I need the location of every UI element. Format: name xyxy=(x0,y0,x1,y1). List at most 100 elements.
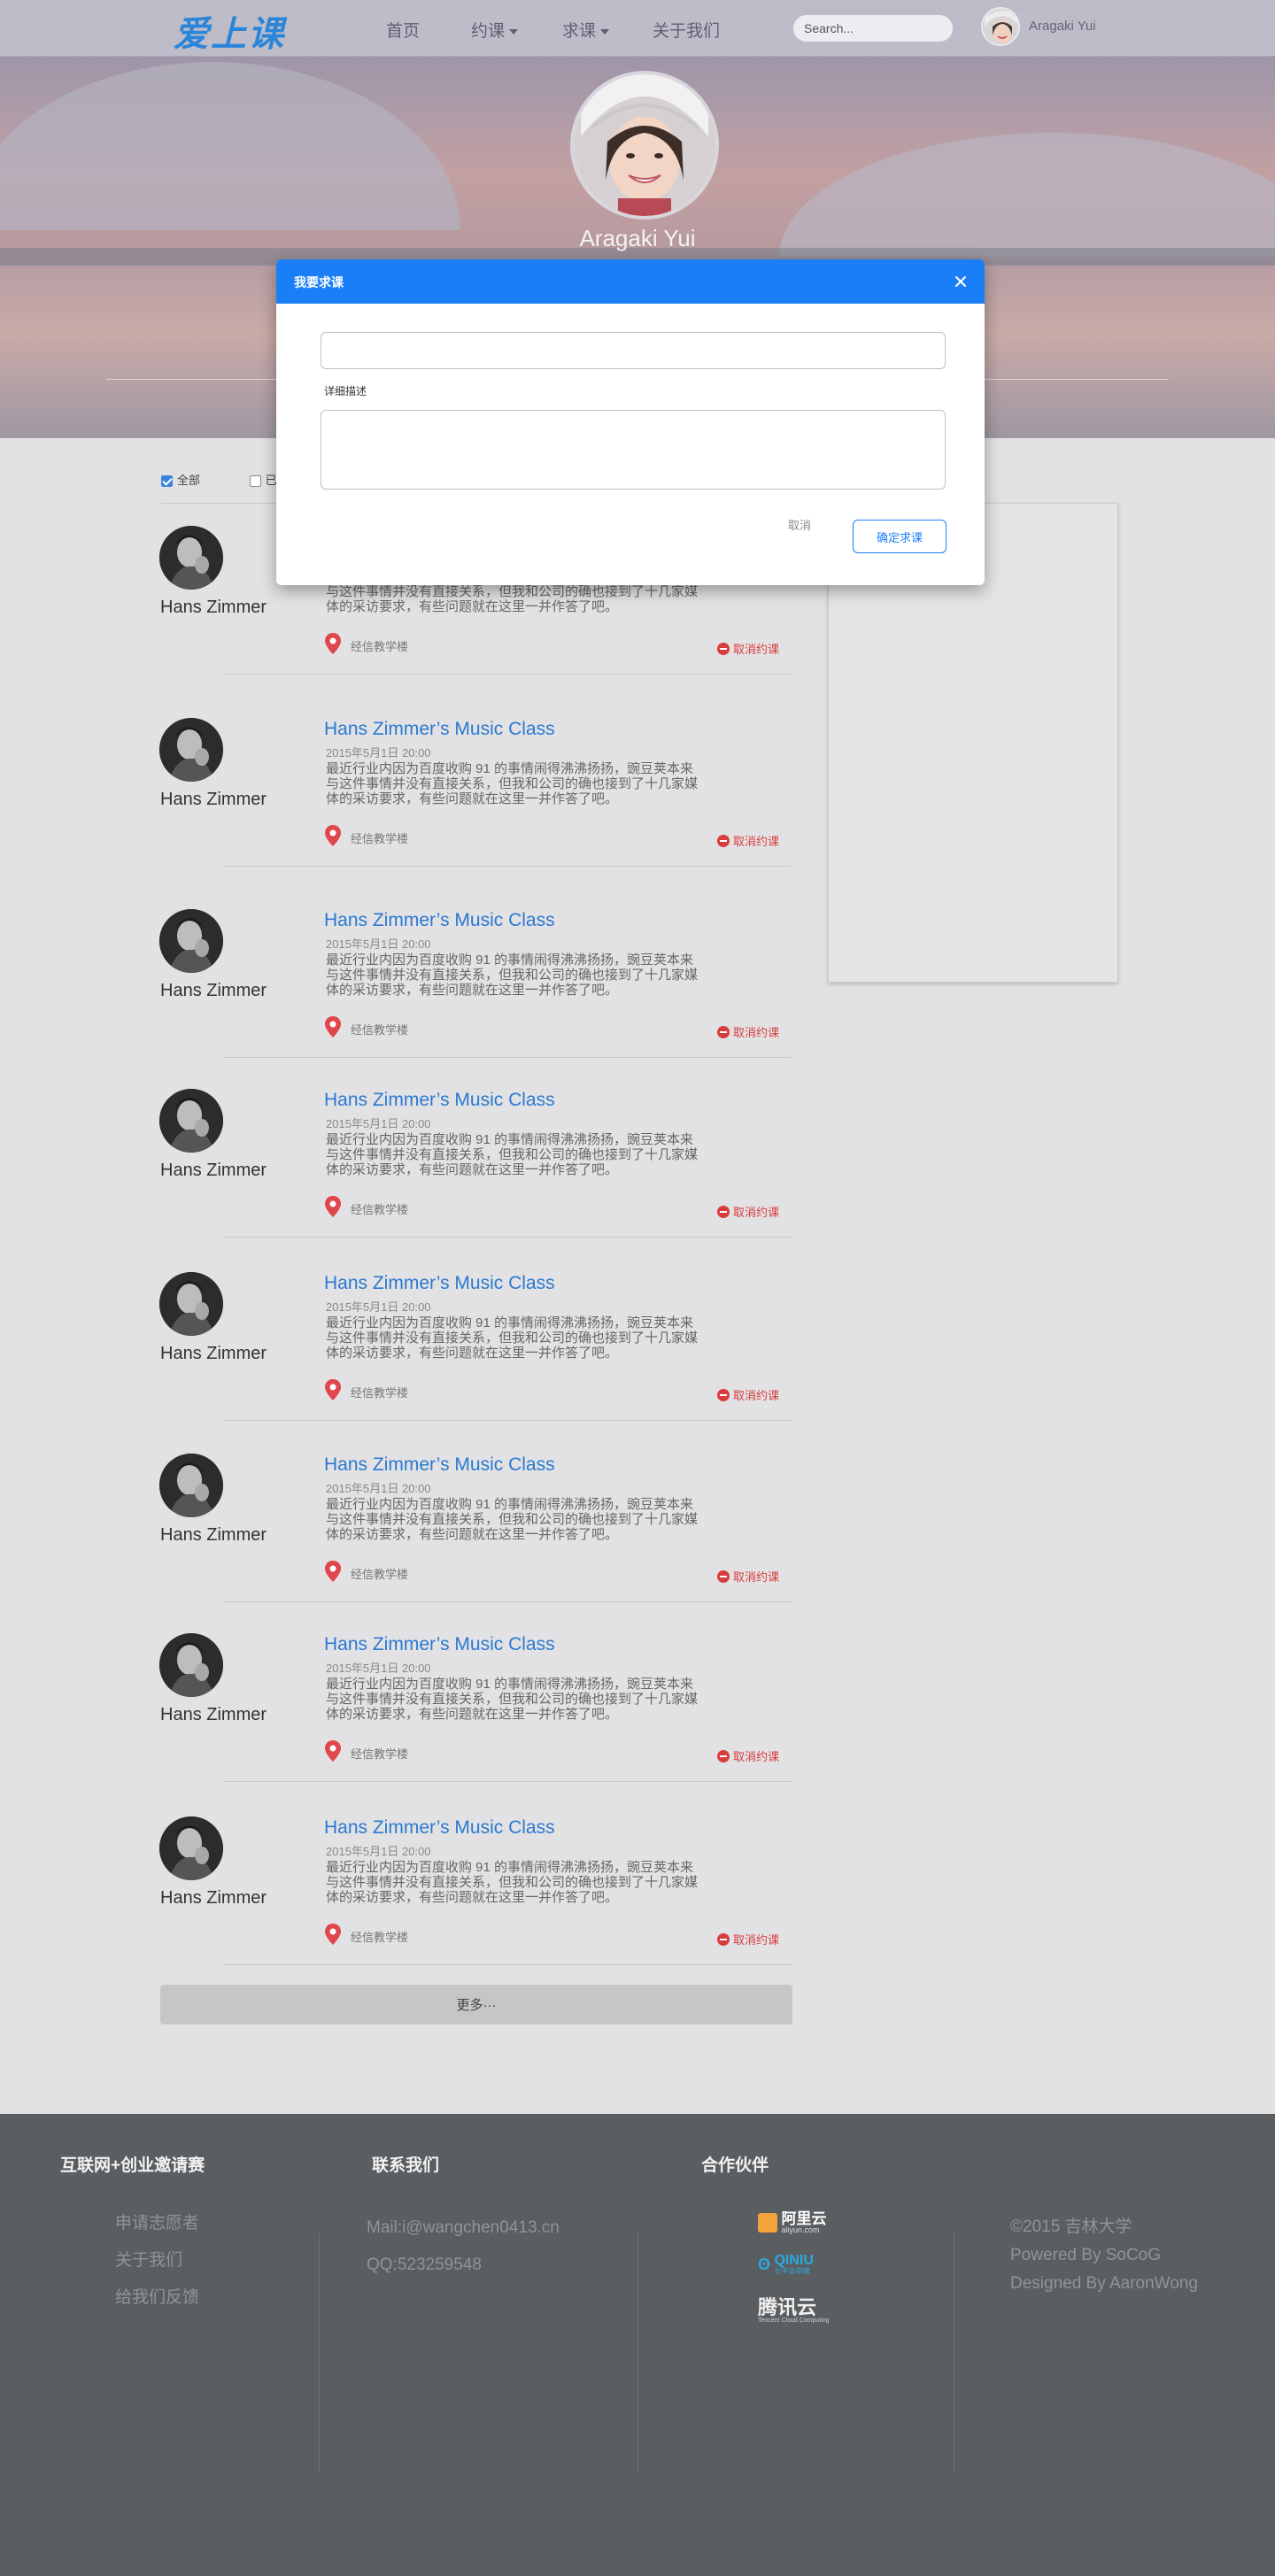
footer-link-feedback[interactable]: 给我们反馈 xyxy=(115,2284,199,2308)
footer-col3-title: 合作伙伴 xyxy=(701,2156,769,2175)
request-class-modal: 我要求课 详细描述 取消 确定求课 xyxy=(276,259,985,585)
course-location: 经信教学楼 xyxy=(351,640,409,653)
course-description: 最近行业内因为百度收购 91 的事情闹得沸沸扬扬，豌豆荚本来与这件事情并没有直接… xyxy=(326,953,699,998)
nav-request-class-label: 求课 xyxy=(562,22,597,41)
cancel-booking-button[interactable]: 取消约课 xyxy=(717,1386,779,1403)
site-logo[interactable]: 爱上课 xyxy=(174,5,285,57)
course-card: Hans Zimmer Hans Zimmer’s Music Class 2015… xyxy=(0,695,1275,877)
confirm-request-button[interactable]: 确定求课 xyxy=(853,520,947,553)
footer-col1-title: 互联网+创业邀请赛 xyxy=(60,2156,205,2175)
card-divider xyxy=(223,1964,792,1965)
card-divider xyxy=(223,1057,792,1058)
course-title[interactable]: Hans Zimmer’s Music Class xyxy=(324,910,555,931)
cancel-booking-label: 取消约课 xyxy=(733,1026,780,1039)
course-time: 2015年5月1日 20:00 xyxy=(326,1845,431,1858)
partner-tencent-cloud[interactable]: 腾讯云 Tencent Cloud Computing xyxy=(758,2298,830,2325)
footer-link-about[interactable]: 关于我们 xyxy=(115,2247,182,2271)
user-name[interactable]: Aragaki Yui xyxy=(1029,19,1096,34)
course-title[interactable]: Hans Zimmer’s Music Class xyxy=(324,1634,555,1655)
cancel-booking-label: 取消约课 xyxy=(733,1206,780,1219)
course-location: 经信教学楼 xyxy=(351,1203,409,1216)
minus-circle-icon xyxy=(717,1570,730,1583)
minus-circle-icon xyxy=(717,1206,730,1218)
nav-request-class[interactable]: 求课 xyxy=(562,18,610,42)
teacher-avatar[interactable] xyxy=(159,1816,223,1880)
course-card: Hans Zimmer Hans Zimmer’s Music Class 2015… xyxy=(0,1610,1275,1793)
course-title[interactable]: Hans Zimmer’s Music Class xyxy=(324,1090,555,1111)
teacher-avatar[interactable] xyxy=(159,526,223,590)
checkbox-checked-icon[interactable] xyxy=(161,475,173,488)
minus-circle-icon xyxy=(717,1933,730,1946)
footer-link-volunteer[interactable]: 申请志愿者 xyxy=(115,2210,199,2233)
cancel-booking-button[interactable]: 取消约课 xyxy=(717,640,779,657)
cancel-booking-button[interactable]: 取消约课 xyxy=(717,1023,779,1040)
location-pin-icon xyxy=(324,1195,342,1218)
modal-header: 我要求课 xyxy=(276,259,985,304)
filter-second[interactable]: 已 xyxy=(249,474,277,488)
partner-tencent-sub: Tencent Cloud Computing xyxy=(758,2318,830,2324)
nav-home[interactable]: 首页 xyxy=(386,18,420,42)
cancel-booking-button[interactable]: 取消约课 xyxy=(717,1203,779,1220)
background-mountain xyxy=(0,62,460,230)
close-icon[interactable] xyxy=(949,270,972,293)
filter-bar: 全部 已 xyxy=(161,471,277,488)
teacher-avatar[interactable] xyxy=(159,718,223,782)
cancel-booking-button[interactable]: 取消约课 xyxy=(717,832,779,849)
cancel-booking-label: 取消约课 xyxy=(733,835,780,848)
partner-qiniu[interactable]: ʘ QINIU 七牛云存储 xyxy=(758,2254,814,2275)
minus-circle-icon xyxy=(717,835,730,847)
load-more-button[interactable]: 更多··· xyxy=(160,1985,792,2025)
course-time: 2015年5月1日 20:00 xyxy=(326,937,431,951)
nav-about-label: 关于我们 xyxy=(653,22,721,41)
teacher-name[interactable]: Hans Zimmer xyxy=(160,981,267,1001)
cancel-booking-button[interactable]: 取消约课 xyxy=(717,1568,779,1585)
chevron-down-icon xyxy=(509,28,519,35)
description-textarea[interactable] xyxy=(321,410,946,490)
course-title[interactable]: Hans Zimmer’s Music Class xyxy=(324,1273,555,1294)
teacher-name[interactable]: Hans Zimmer xyxy=(160,1344,267,1364)
footer-mail[interactable]: Mail:i@wangchen0413.cn xyxy=(367,2218,560,2238)
cancel-button[interactable]: 取消 xyxy=(788,516,811,533)
teacher-name[interactable]: Hans Zimmer xyxy=(160,1705,267,1725)
card-divider xyxy=(223,866,792,867)
filter-all[interactable]: 全部 xyxy=(161,474,201,488)
teacher-avatar[interactable] xyxy=(159,909,223,973)
course-time: 2015年5月1日 20:00 xyxy=(326,746,431,760)
user-avatar[interactable] xyxy=(981,7,1020,46)
search-input[interactable] xyxy=(793,15,953,42)
course-location: 经信教学楼 xyxy=(351,1568,409,1581)
teacher-avatar[interactable] xyxy=(159,1454,223,1517)
course-title[interactable]: Hans Zimmer’s Music Class xyxy=(324,719,555,740)
course-title[interactable]: Hans Zimmer’s Music Class xyxy=(324,1817,555,1839)
nav-home-label: 首页 xyxy=(386,22,421,41)
nav-about[interactable]: 关于我们 xyxy=(653,18,720,42)
footer-col2-title: 联系我们 xyxy=(372,2156,440,2175)
qiniu-logo-icon: ʘ xyxy=(758,2255,771,2273)
teacher-name[interactable]: Hans Zimmer xyxy=(160,598,267,618)
cancel-booking-button[interactable]: 取消约课 xyxy=(717,1747,779,1764)
course-card: Hans Zimmer Hans Zimmer’s Music Class 2015… xyxy=(0,886,1275,1068)
card-divider xyxy=(223,1420,792,1421)
course-description: 最近行业内因为百度收购 91 的事情闹得沸沸扬扬，豌豆荚本来与这件事情并没有直接… xyxy=(326,1860,699,1905)
course-description: 最近行业内因为百度收购 91 的事情闹得沸沸扬扬，豌豆荚本来与这件事情并没有直接… xyxy=(326,1677,699,1722)
course-title-input[interactable] xyxy=(321,332,946,369)
teacher-avatar[interactable] xyxy=(159,1633,223,1697)
teacher-name[interactable]: Hans Zimmer xyxy=(160,1161,267,1181)
teacher-name[interactable]: Hans Zimmer xyxy=(160,1888,267,1909)
course-description: 最近行业内因为百度收购 91 的事情闹得沸沸扬扬，豌豆荚本来与这件事情并没有直接… xyxy=(326,1132,699,1177)
checkbox-icon[interactable] xyxy=(249,475,261,488)
partner-aliyun-sub: aliyun.com xyxy=(781,2225,820,2234)
filter-all-label: 全部 xyxy=(177,474,201,487)
teacher-avatar[interactable] xyxy=(159,1089,223,1153)
partner-aliyun[interactable]: 阿里云 aliyun.com xyxy=(758,2211,826,2234)
teacher-avatar[interactable] xyxy=(159,1272,223,1336)
nav-book-class[interactable]: 约课 xyxy=(471,18,519,42)
minus-circle-icon xyxy=(717,643,730,655)
location-pin-icon xyxy=(324,1923,342,1946)
location-pin-icon xyxy=(324,1378,342,1401)
cancel-booking-button[interactable]: 取消约课 xyxy=(717,1931,779,1947)
teacher-name[interactable]: Hans Zimmer xyxy=(160,790,267,810)
course-title[interactable]: Hans Zimmer’s Music Class xyxy=(324,1454,555,1476)
chevron-down-icon xyxy=(600,28,610,35)
teacher-name[interactable]: Hans Zimmer xyxy=(160,1525,267,1546)
